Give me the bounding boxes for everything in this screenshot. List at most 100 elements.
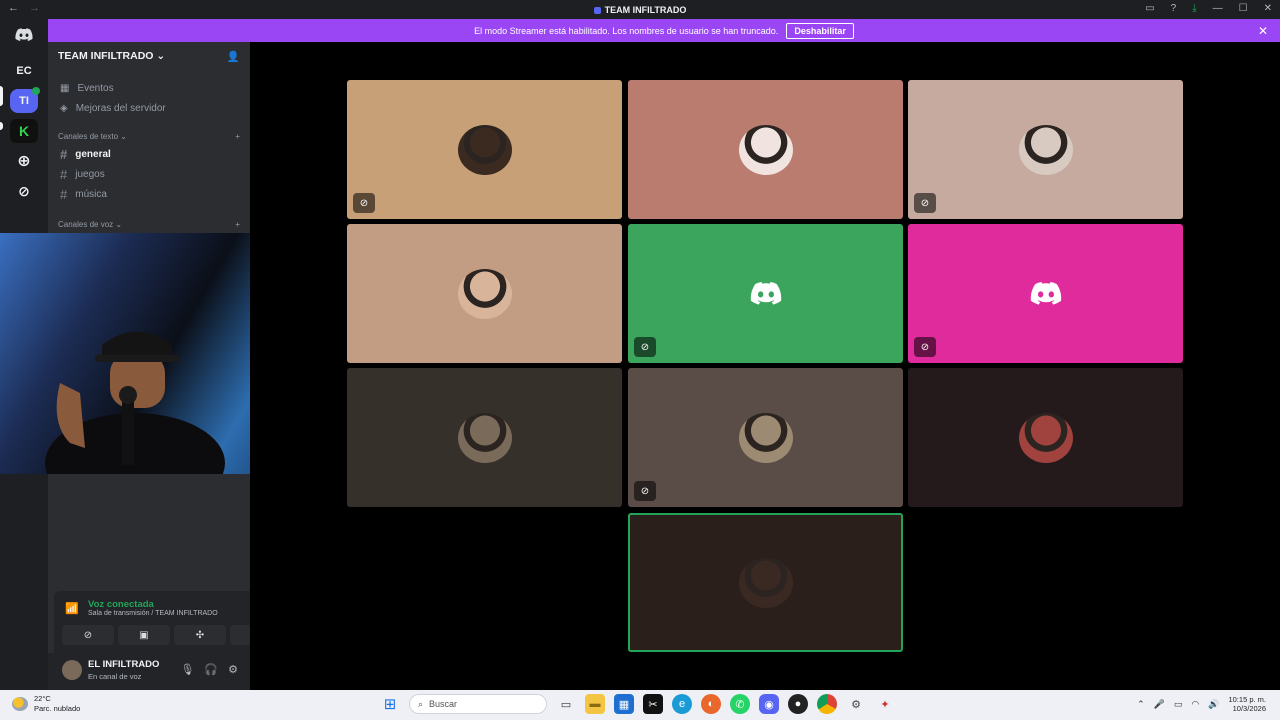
discord-logo-icon <box>749 281 783 311</box>
guild-ec[interactable]: EC <box>10 59 38 83</box>
minimize-icon[interactable]: — <box>1213 3 1223 14</box>
disable-streamer-button[interactable]: Deshabilitar <box>786 22 854 39</box>
channel-musica[interactable]: # música <box>48 184 250 204</box>
file-explorer-icon[interactable]: ▬ <box>585 694 605 714</box>
download-icon[interactable]: ⤓ <box>1192 3 1196 14</box>
settings-icon[interactable]: ⚙ <box>846 694 866 714</box>
clock-date: 10/3/2026 <box>1232 704 1266 713</box>
network-icon[interactable]: ▭ <box>1174 699 1183 710</box>
weather-condition: Parc. nublado <box>34 704 81 713</box>
temperature: 22°C <box>34 694 51 703</box>
guild-ti[interactable]: TI <box>10 87 40 113</box>
system-clock[interactable]: 10:15 p. m. 10/3/2026 <box>1228 695 1266 713</box>
avatar <box>738 412 793 463</box>
video-tile[interactable] <box>347 368 622 507</box>
video-tile[interactable]: ⊘ <box>628 224 903 363</box>
camera-off-button[interactable]: ⊘ <box>62 625 114 645</box>
category-label: Canales de voz <box>58 219 114 229</box>
voice-category[interactable]: Canales de voz ⌄ + <box>48 216 250 232</box>
windows-start-icon[interactable]: ⊞ <box>380 694 400 714</box>
text-category[interactable]: Canales de texto ⌄ + <box>48 128 250 144</box>
channel-label: juegos <box>75 168 105 180</box>
app-icon[interactable]: ✦ <box>875 694 895 714</box>
video-tile[interactable] <box>908 368 1183 507</box>
avatar <box>457 124 512 175</box>
add-channel-icon[interactable]: + <box>235 132 240 141</box>
help-icon[interactable]: ? <box>1171 3 1177 14</box>
clock-time: 10:15 p. m. <box>1228 695 1266 704</box>
mic-tray-icon[interactable]: 🎤 <box>1154 699 1165 710</box>
windows-taskbar: 22°C Parc. nublado ⊞ ⌕ Buscar ▭ ▬ ▦ ✂ e ◐… <box>0 690 1280 720</box>
hash-icon: # <box>60 186 68 202</box>
server-header[interactable]: TEAM INFILTRADO ⌄ 👤 <box>48 42 250 70</box>
screen-share-icon: ▣ <box>139 629 149 641</box>
window-titlebar: ← → TEAM INFILTRADO ▭ ? ⤓ — ☐ ✕ <box>0 0 1280 19</box>
channel-label: música <box>75 188 107 200</box>
video-tile[interactable]: ⊘ <box>347 80 622 219</box>
user-panel: EL INFILTRADO En canal de voz 🎙 🎧 ⚙ <box>48 653 250 690</box>
avatar <box>1018 412 1073 463</box>
voice-status[interactable]: Voz conectada <box>88 599 154 610</box>
boost-icon: ◈ <box>60 102 68 114</box>
discord-home-icon[interactable] <box>10 23 38 47</box>
video-tile[interactable]: ⊘ <box>908 224 1183 363</box>
avatar[interactable] <box>62 660 82 680</box>
close-banner-icon[interactable]: ✕ <box>1258 24 1268 38</box>
video-tile[interactable] <box>347 224 622 363</box>
sidebar-item-label: Mejoras del servidor <box>75 102 166 114</box>
add-channel-icon[interactable]: + <box>235 220 240 229</box>
server-icon <box>593 7 601 15</box>
store-icon[interactable]: ▦ <box>614 694 634 714</box>
avatar <box>457 412 512 463</box>
firefox-icon[interactable]: ◐ <box>701 694 721 714</box>
video-tile[interactable] <box>628 513 903 652</box>
search-box[interactable]: ⌕ Buscar <box>409 694 547 714</box>
voice-location: Sala de transmisión / TEAM INFILTRADO <box>88 610 218 617</box>
video-tile[interactable]: ⊘ <box>628 368 903 507</box>
system-tray: ⌃ 🎤 ▭ ◠ 🔊 10:15 p. m. 10/3/2026 <box>1137 695 1266 713</box>
inbox-icon[interactable]: ▭ <box>1145 3 1154 14</box>
whatsapp-icon[interactable]: ✆ <box>730 694 750 714</box>
avatar <box>738 124 793 175</box>
obs-icon[interactable]: ● <box>788 694 808 714</box>
discord-logo-icon <box>1029 281 1063 311</box>
video-tile[interactable]: ⊘ <box>908 80 1183 219</box>
edge-icon[interactable]: e <box>672 694 692 714</box>
muted-mic-icon: ⊘ <box>353 193 375 213</box>
live-badge-icon <box>32 87 40 95</box>
headphones-icon[interactable]: 🎧 <box>204 663 218 676</box>
microphone-icon[interactable]: 🎙 <box>180 663 194 676</box>
close-window-icon[interactable]: ✕ <box>1264 3 1272 14</box>
maximize-icon[interactable]: ☐ <box>1239 3 1248 14</box>
volume-icon[interactable]: 🔊 <box>1208 699 1219 710</box>
channel-juegos[interactable]: # juegos <box>48 164 250 184</box>
video-tile[interactable] <box>628 80 903 219</box>
camera-off-icon: ⊘ <box>83 629 93 641</box>
chevron-up-icon[interactable]: ⌃ <box>1137 699 1145 710</box>
active-guild-indicator <box>0 86 3 106</box>
user-status: En canal de voz <box>88 672 142 681</box>
task-view-icon[interactable]: ▭ <box>556 694 576 714</box>
weather-widget[interactable]: 22°C Parc. nublado <box>12 694 80 714</box>
username[interactable]: EL INFILTRADO <box>88 659 159 670</box>
add-server-icon[interactable]: ⊕ <box>10 149 38 173</box>
sidebar-item-events[interactable]: ▦ Eventos <box>48 78 250 98</box>
explore-icon[interactable]: ⊘ <box>10 179 38 203</box>
avatar <box>1018 124 1073 175</box>
capcut-icon[interactable]: ✂ <box>643 694 663 714</box>
muted-mic-icon: ⊘ <box>914 337 936 357</box>
gear-icon[interactable]: ⚙ <box>228 663 238 676</box>
share-screen-button[interactable]: ▣ <box>118 625 170 645</box>
chrome-icon[interactable] <box>817 694 837 714</box>
wifi-icon[interactable]: ◠ <box>1191 699 1199 710</box>
signal-icon[interactable]: 📶 <box>65 602 79 615</box>
kick-guild-icon[interactable]: K <box>10 119 38 143</box>
channel-general[interactable]: # general <box>48 144 250 164</box>
invite-icon[interactable]: 👤 <box>227 50 240 63</box>
sidebar-item-boosts[interactable]: ◈ Mejoras del servidor <box>48 98 250 118</box>
search-icon: ⌕ <box>418 698 424 709</box>
calendar-icon: ▦ <box>60 82 70 94</box>
activities-button[interactable]: ✣ <box>174 625 226 645</box>
chevron-down-icon: ⌄ <box>156 50 166 62</box>
discord-taskbar-icon[interactable]: ◉ <box>759 694 779 714</box>
